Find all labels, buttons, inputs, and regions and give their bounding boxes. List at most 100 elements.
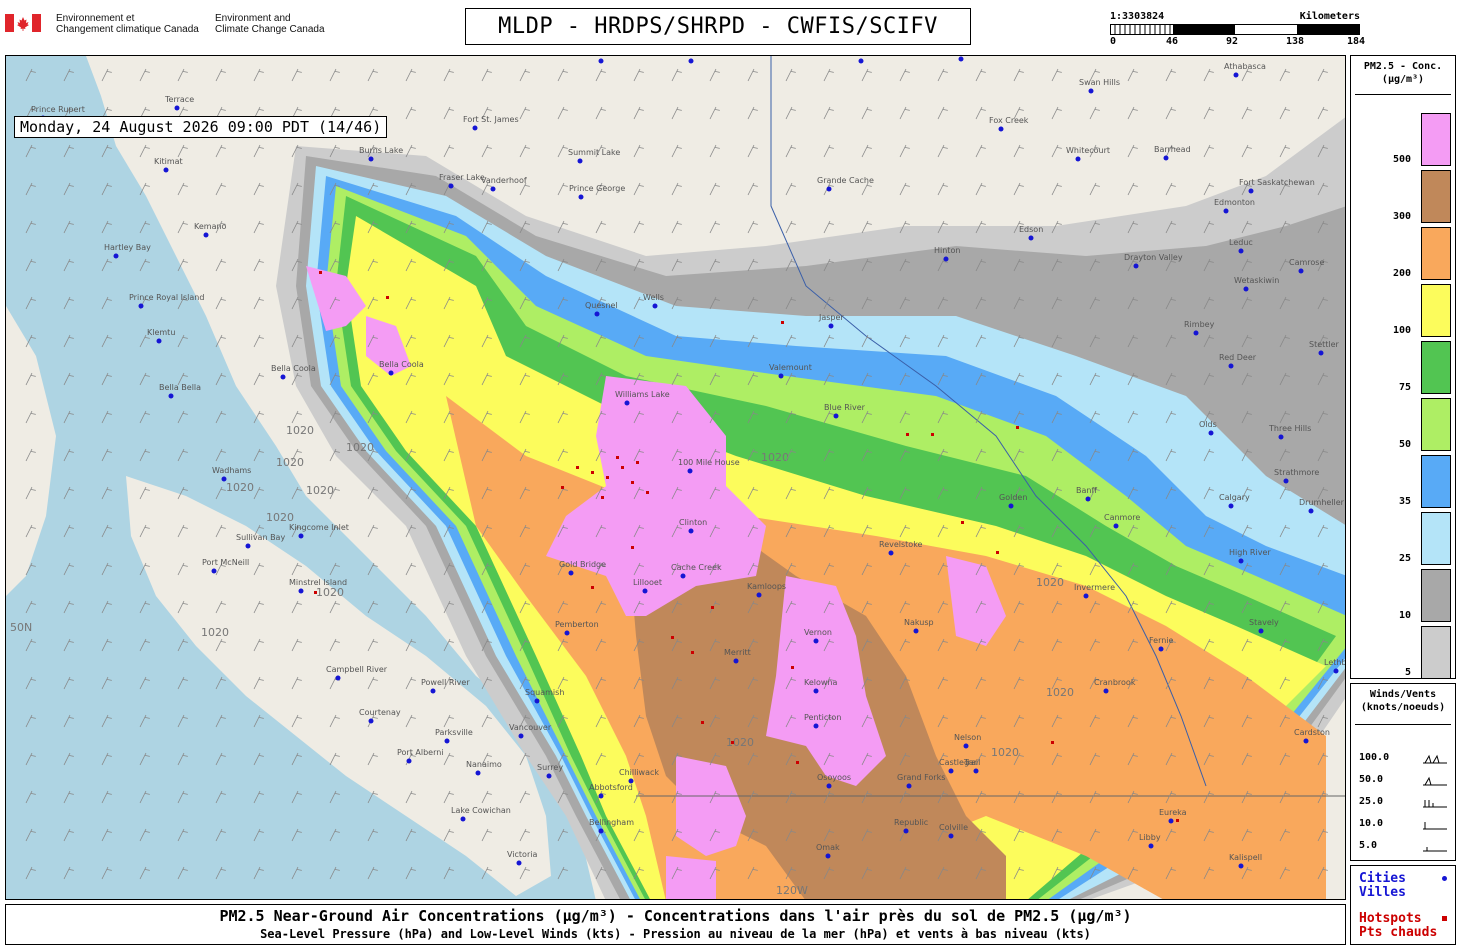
wind-barb <box>1013 182 1024 196</box>
wind-barb <box>367 68 378 82</box>
wind-barb <box>557 144 568 158</box>
hotspot-marker <box>906 433 909 436</box>
legend-swatch-25 <box>1421 512 1451 565</box>
city-dot <box>756 592 762 598</box>
city-label: Osoyoos <box>817 773 851 782</box>
isobar-label-10: 1020 <box>726 736 754 749</box>
city-label: Courtenay <box>359 708 401 717</box>
wind-barb <box>519 68 530 82</box>
isobar-label-11: 1020 <box>991 746 1019 759</box>
city-dot <box>1083 593 1089 599</box>
city-dot <box>642 588 648 594</box>
city-label: Lake Cowichan <box>451 806 511 815</box>
city-label: Libby <box>1139 833 1161 842</box>
wind-barb-icon <box>1423 800 1447 808</box>
city-label: Surrey <box>537 763 563 772</box>
city-label: Port Alberni <box>397 748 444 757</box>
scale-tick-0: 0 <box>1110 36 1117 47</box>
pm25-legend-title: PM2.5 - Conc. (µg/m³) <box>1351 60 1455 86</box>
wind-barb-icon <box>1423 847 1447 852</box>
legend-swatch-300 <box>1421 170 1451 223</box>
smoke-forecast-map[interactable]: 1020 1020 1020 1020 1020 1020 1020 1020 … <box>5 55 1346 900</box>
marker-legend: Cities Villes Hotspots Pts chauds <box>1350 865 1456 945</box>
legend-label-100: 100 <box>1392 325 1411 336</box>
wind-legend: Winds/Vents (knots/noeuds) 100.0 50.0 25… <box>1350 683 1456 861</box>
city-label: Kelowna <box>804 678 838 687</box>
city-label: Prince Rupert <box>31 105 85 114</box>
city-label: Sullivan Bay <box>236 533 285 542</box>
hotspot-marker <box>1176 819 1179 822</box>
legend-swatch-5 <box>1421 626 1451 679</box>
city-dot <box>534 698 540 704</box>
city-dot <box>1238 248 1244 254</box>
wind-barb <box>253 258 264 272</box>
city-dot-icon <box>1442 876 1447 881</box>
wind-barb <box>405 562 416 576</box>
city-label: Williams Lake <box>615 390 670 399</box>
city-dot <box>1303 738 1309 744</box>
wind-barb <box>823 106 834 120</box>
wind-barb <box>975 144 986 158</box>
city-dot <box>406 758 412 764</box>
city-label: Burns Lake <box>359 146 403 155</box>
wind-barb <box>253 68 264 82</box>
hotspot-marker <box>621 466 624 469</box>
city-dot <box>1278 434 1284 440</box>
legend-swatch-200 <box>1421 227 1451 280</box>
wind-barb <box>253 144 264 158</box>
wind-speed-label: 10.0 <box>1359 818 1384 829</box>
city-dot <box>998 126 1004 132</box>
isobar-label-9: 1020 <box>1046 686 1074 699</box>
wind-barb <box>595 68 606 82</box>
city-dot <box>1308 508 1314 514</box>
wind-barb <box>633 144 644 158</box>
map-footer: PM2.5 Near-Ground Air Concentrations (µg… <box>5 904 1346 945</box>
legend-label-200: 200 <box>1392 268 1411 279</box>
city-label: Revelstoke <box>879 540 923 549</box>
city-dot <box>906 783 912 789</box>
hotspot-marker <box>961 521 964 524</box>
wind-barb <box>253 334 264 348</box>
city-label: Lethbridge <box>1324 658 1346 667</box>
isobar-label-13: 1020 <box>316 586 344 599</box>
isobar-label-4: 1020 <box>226 481 254 494</box>
wind-legend-row-25: 25.0 <box>1359 796 1449 810</box>
city-label: Banff <box>1076 486 1097 495</box>
city-dot <box>460 816 466 822</box>
city-label: Penticton <box>804 713 841 722</box>
legend-label-25: 25 <box>1398 553 1411 564</box>
city-dot <box>546 773 552 779</box>
city-dot <box>778 373 784 379</box>
city-dot <box>1193 330 1199 336</box>
city-label: Republic <box>894 818 928 827</box>
wind-barb <box>633 68 644 82</box>
wind-barb <box>405 106 416 120</box>
wind-barb <box>1165 106 1176 120</box>
city-label: Colville <box>939 823 968 832</box>
scale-tick-4: 184 <box>1347 36 1366 47</box>
city-label: Powell River <box>421 678 470 687</box>
city-dot <box>444 738 450 744</box>
legend-swatch-35 <box>1421 455 1451 508</box>
wind-barb <box>899 144 910 158</box>
city-label: Bella Bella <box>159 383 201 392</box>
agency-name-french: Environnement et Changement climatique C… <box>56 13 199 35</box>
legend-swatch-75 <box>1421 341 1451 394</box>
city-dot <box>1238 558 1244 564</box>
wind-barb <box>177 220 188 234</box>
isobar-label-5: 1020 <box>346 441 374 454</box>
wind-barb <box>1013 144 1024 158</box>
isobar-label-6: 1020 <box>306 484 334 497</box>
city-label: Hinton <box>934 246 960 255</box>
city-label: Fort St. James <box>463 115 519 124</box>
city-label: Invermere <box>1074 583 1115 592</box>
wind-barb <box>291 68 302 82</box>
pm25-legend-title-line1: PM2.5 - Conc. <box>1363 61 1443 72</box>
city-dot <box>826 783 832 789</box>
city-dot <box>368 156 374 162</box>
wind-barb <box>1279 144 1290 158</box>
city-dot <box>138 303 144 309</box>
isobar-label-8: 1020 <box>1036 576 1064 589</box>
wind-barb <box>139 68 150 82</box>
city-label: Olds <box>1199 420 1217 429</box>
